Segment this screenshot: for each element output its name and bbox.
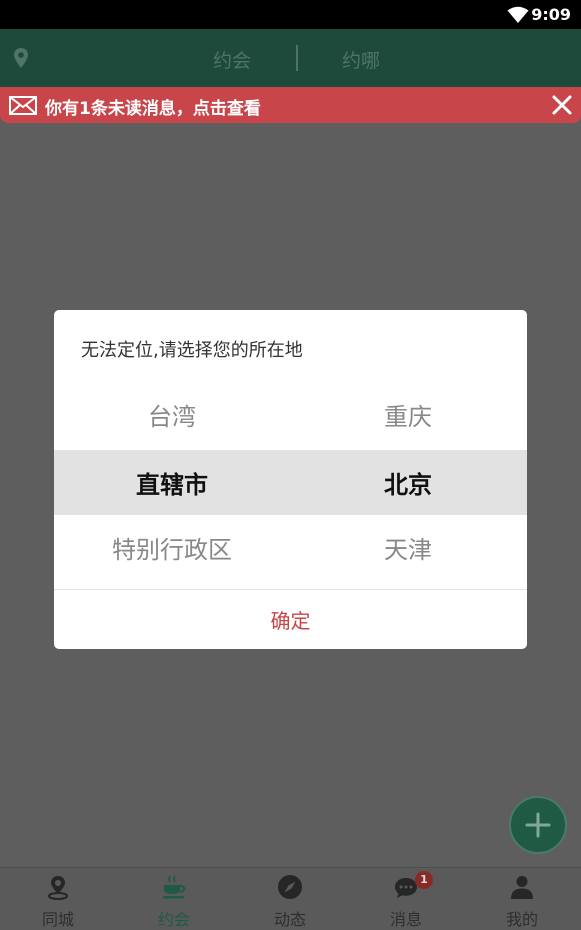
compass-icon [278, 875, 302, 899]
mail-icon [9, 96, 37, 115]
nav-item-dating[interactable]: 约会 [116, 868, 232, 930]
picker-row[interactable]: 台湾 重庆 [54, 382, 527, 447]
coffee-cup-icon [163, 875, 186, 899]
nav-label: 动态 [273, 910, 306, 929]
status-bar: 9:09 [0, 0, 581, 29]
city-option[interactable]: 重庆 [290, 382, 526, 447]
person-icon [511, 876, 533, 899]
plus-icon [525, 812, 551, 838]
nav-item-profile[interactable]: 我的 [464, 868, 580, 930]
province-option[interactable]: 台湾 [54, 382, 290, 447]
province-option-selected[interactable]: 直辖市 [54, 450, 290, 515]
wifi-icon [507, 6, 529, 23]
unread-badge: 1 [415, 871, 433, 889]
nav-label: 消息 [389, 910, 422, 929]
add-button[interactable] [509, 796, 567, 854]
picker-row-selected[interactable]: 直辖市 北京 [54, 450, 527, 515]
tab-date[interactable]: 约会 [213, 46, 251, 73]
map-pin-icon[interactable] [12, 47, 30, 69]
city-option[interactable]: 天津 [290, 515, 526, 580]
unread-notice-banner[interactable]: 你有1条未读消息，点击查看 [0, 87, 581, 123]
location-icon [48, 876, 68, 900]
nav-label: 我的 [505, 910, 538, 929]
tab-divider [296, 45, 298, 71]
picker-row[interactable]: 特别行政区 天津 [54, 515, 527, 580]
nav-label: 约会 [157, 910, 190, 929]
close-icon[interactable] [551, 94, 573, 116]
status-time: 9:09 [531, 5, 571, 24]
city-option-selected[interactable]: 北京 [290, 450, 526, 515]
tab-where[interactable]: 约哪 [342, 46, 380, 73]
dialog-title: 无法定位,请选择您的所在地 [81, 340, 303, 361]
location-picker-dialog: 无法定位,请选择您的所在地 台湾 重庆 直辖市 北京 特别行政区 天津 确定 [54, 310, 527, 649]
nav-label: 同城 [41, 910, 74, 929]
nav-item-messages[interactable]: 1 消息 [348, 868, 464, 930]
confirm-button[interactable]: 确定 [54, 590, 527, 649]
province-option[interactable]: 特别行政区 [54, 515, 290, 580]
top-bar: 约会 约哪 [0, 29, 581, 87]
nav-item-moments[interactable]: 动态 [232, 868, 348, 930]
bottom-nav: 同城 约会 动态 1 消息 我的 [0, 867, 581, 930]
notice-text: 你有1条未读消息，点击查看 [45, 99, 261, 119]
nav-item-same-city[interactable]: 同城 [0, 868, 116, 930]
